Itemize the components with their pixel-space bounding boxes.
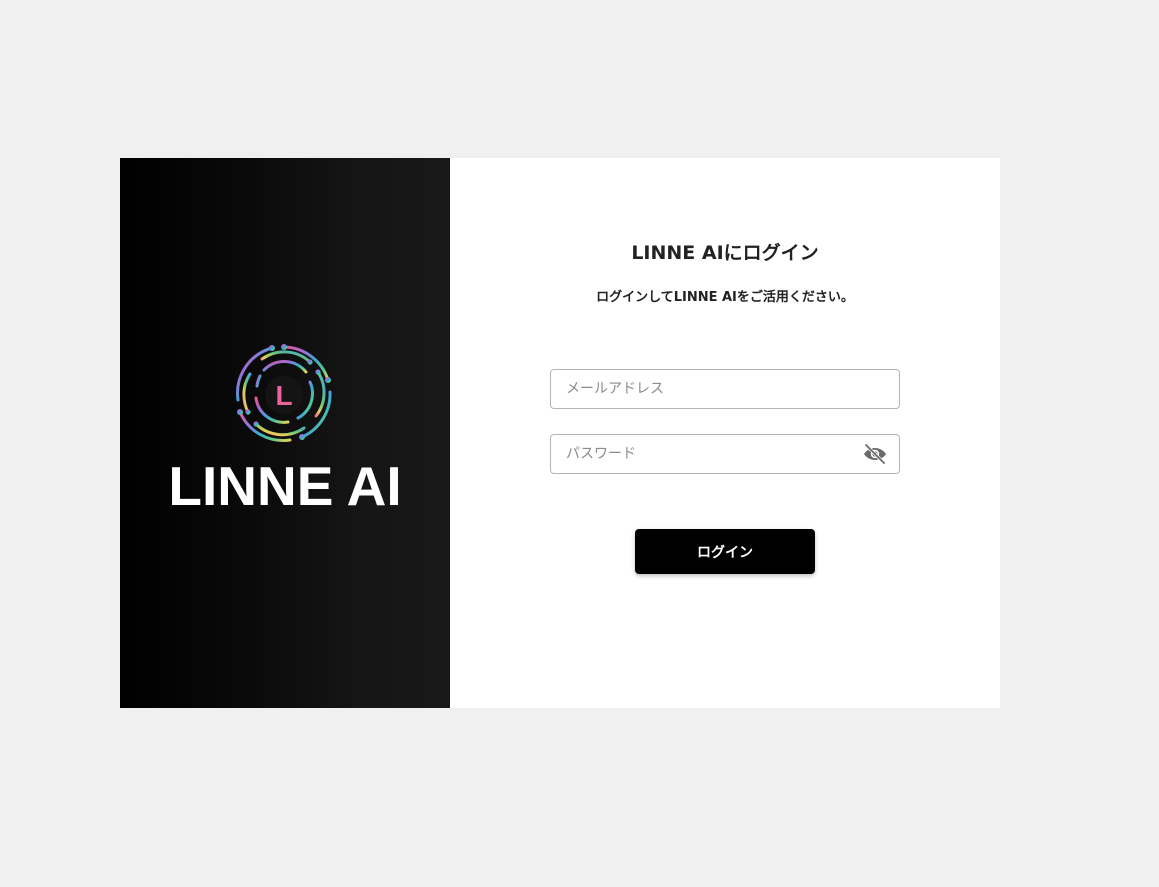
brand-panel: L LINNE AI [120,158,450,708]
email-field-container [550,369,900,409]
circuit-ring-logo-icon: L [236,344,332,442]
login-form-panel: LINNE AIにログイン ログインしてLINNE AIをご活用ください。 ログ… [450,158,1000,708]
page-title: LINNE AIにログイン [631,242,819,264]
password-field[interactable] [551,435,899,473]
eye-off-icon[interactable] [863,444,887,464]
login-button[interactable]: ログイン [635,529,815,574]
login-card: L LINNE AI LINNE AIにログイン ログインしてLINNE AIを… [120,158,1000,708]
logo-letter: L [275,380,292,411]
email-field[interactable] [551,370,899,408]
password-field-container [550,434,900,474]
brand-wordmark: LINNE AI [168,455,402,517]
page-subtitle: ログインしてLINNE AIをご活用ください。 [596,290,854,305]
